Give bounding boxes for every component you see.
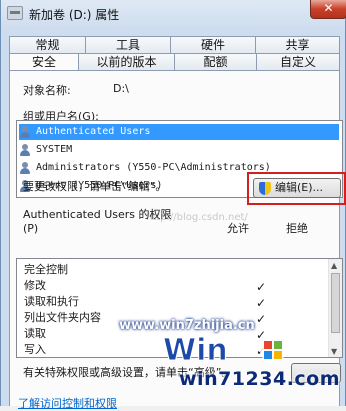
scrollbar[interactable]: ▲ ▼ — [328, 259, 342, 357]
window-title: 新加卷 (D:) 属性 — [29, 8, 120, 22]
tab-tools[interactable]: 工具 — [85, 36, 171, 53]
tab-quota[interactable]: 配额 — [174, 53, 257, 70]
tab-hardware[interactable]: 硬件 — [170, 36, 256, 53]
properties-window: 新加卷 (D:) 属性 ✕ 常规 工具 硬件 共享 安全 以前的版本 配额 自定… — [0, 0, 346, 410]
svg-text:Win: Win — [163, 333, 228, 366]
tab-row-2: 安全 以前的版本 配额 自定义 — [9, 53, 340, 72]
site-watermark-1: www.win7zhijia.cn — [119, 318, 255, 333]
drive-icon — [7, 6, 23, 20]
allow-check-icon: ✓ — [256, 280, 267, 294]
permission-name: 修改 — [24, 279, 46, 292]
close-button[interactable]: ✕ — [310, 0, 346, 19]
tab-general[interactable]: 常规 — [9, 36, 86, 53]
permission-name: 读取 — [24, 327, 46, 340]
permission-name: 写入 — [24, 343, 46, 356]
access-control-link[interactable]: 了解访问控制和权限 — [18, 395, 117, 411]
permission-name: 完全控制 — [24, 263, 68, 276]
edit-button[interactable]: 编辑(E)... — [253, 178, 341, 198]
permission-row: 完全控制 — [24, 262, 334, 278]
tab-customize[interactable]: 自定义 — [256, 53, 340, 70]
tab-sharing[interactable]: 共享 — [255, 36, 340, 53]
object-name-value: D:\ — [113, 82, 129, 95]
list-item[interactable]: SYSTEM — [19, 142, 339, 158]
user-group-icon — [19, 162, 33, 174]
allow-check-icon: ✓ — [256, 296, 267, 310]
permission-name: 读取和执行 — [24, 295, 79, 308]
permissions-p-label: (P) — [23, 222, 39, 235]
title-bar[interactable]: 新加卷 (D:) 属性 ✕ — [1, 0, 346, 30]
permission-name: 列出文件夹内容 — [24, 311, 101, 324]
deny-column-header: 拒绝 — [286, 222, 308, 235]
scroll-thumb[interactable] — [331, 273, 340, 333]
win7-logo-watermark: Win — [163, 333, 286, 366]
edit-hint: 要更改权限，请单击“编辑”。 — [23, 180, 167, 193]
scroll-down-icon[interactable]: ▼ — [331, 347, 337, 356]
permission-row: 读取和执行 ✓ — [24, 294, 334, 310]
permissions-title: Authenticated Users 的权限 — [23, 208, 172, 221]
object-name-label: 对象名称: — [23, 84, 71, 97]
uac-shield-icon — [259, 182, 271, 195]
scroll-up-icon[interactable]: ▲ — [331, 261, 337, 270]
user-group-icon — [19, 126, 33, 138]
site-watermark-2: win71234.com — [179, 368, 341, 390]
list-item[interactable]: Authenticated Users — [19, 124, 339, 140]
permission-row: 修改 ✓ — [24, 278, 334, 294]
tab-previous-versions[interactable]: 以前的版本 — [78, 53, 175, 70]
allow-column-header: 允许 — [227, 222, 249, 235]
allow-check-icon: ✓ — [256, 312, 267, 326]
user-group-icon — [19, 144, 33, 156]
tab-row-1: 常规 工具 硬件 共享 — [9, 36, 340, 53]
